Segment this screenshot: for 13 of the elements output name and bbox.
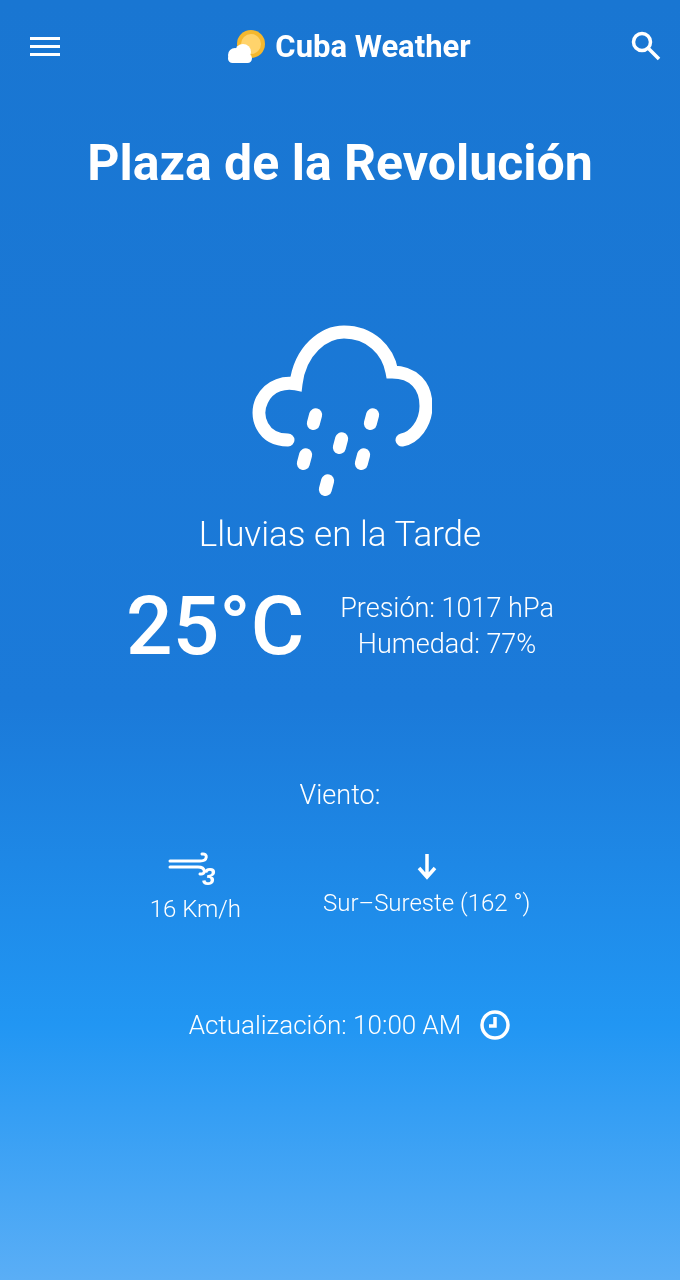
wind-speed: 16 Km/h bbox=[149, 895, 241, 923]
app-title: Cuba Weather bbox=[275, 27, 471, 65]
location-title: Plaza de la Revolución bbox=[87, 134, 593, 192]
temperature: 25°C bbox=[126, 585, 305, 667]
wind-direction: Sur–Sureste (162 °) bbox=[323, 889, 531, 917]
search-button[interactable] bbox=[630, 30, 662, 62]
clock-icon bbox=[479, 1009, 512, 1041]
detail-text: Presión: 1017 hPa bbox=[340, 592, 554, 624]
wind-label: Viento: bbox=[299, 779, 381, 811]
condition-text: Lluvias en la Tarde bbox=[198, 514, 482, 555]
detail-text: Humedad: 77% bbox=[357, 628, 537, 660]
search-icon bbox=[630, 30, 662, 62]
update-time: Actualización: 10:00 AM bbox=[188, 1010, 462, 1040]
